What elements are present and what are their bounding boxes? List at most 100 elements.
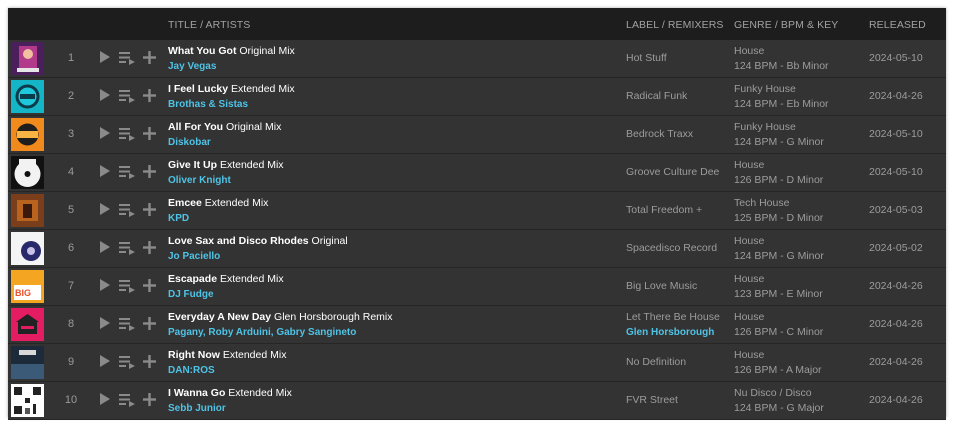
play-icon[interactable] xyxy=(100,165,110,177)
plus-icon[interactable] xyxy=(142,278,157,293)
track-row[interactable]: BIG 7 Escapade Extended Mix DJ Fudge Big Lov… xyxy=(8,268,946,306)
track-row[interactable]: 2 I Feel Lucky Extended Mix Brothas & Sist… xyxy=(8,78,946,116)
track-name: I Wanna Go xyxy=(168,387,226,399)
track-artists[interactable]: Oliver Knight xyxy=(168,175,231,186)
track-artists[interactable]: DJ Fudge xyxy=(168,289,214,300)
track-artists[interactable]: Diskobar xyxy=(168,137,211,148)
label-name[interactable]: FVR Street xyxy=(626,394,678,406)
plus-icon[interactable] xyxy=(142,88,157,103)
track-artists[interactable]: Jo Paciello xyxy=(168,251,220,262)
track-artists[interactable]: Brothas & Sistas xyxy=(168,99,248,110)
add-to-queue-icon[interactable] xyxy=(119,355,135,369)
header-genre-bpm-key[interactable]: GENRE / BPM & KEY xyxy=(734,19,838,31)
plus-icon[interactable] xyxy=(142,164,157,179)
play-icon[interactable] xyxy=(100,317,110,329)
track-row[interactable]: 9 Right Now Extended Mix DAN:ROS No Definit… xyxy=(8,344,946,382)
track-artists[interactable]: Sebb Junior xyxy=(168,403,226,414)
add-to-queue-icon[interactable] xyxy=(119,393,135,407)
genre-name[interactable]: Funky House xyxy=(734,82,829,97)
genre-name[interactable]: House xyxy=(734,348,822,363)
label-name[interactable]: Spacedisco Record xyxy=(626,242,717,254)
play-icon[interactable] xyxy=(100,355,110,367)
label-name[interactable]: Big Love Music xyxy=(626,280,697,292)
track-artists[interactable]: Pagany, Roby Arduini, Gabry Sangineto xyxy=(168,327,356,338)
plus-icon[interactable] xyxy=(142,316,157,331)
label-name[interactable]: Let There Be House xyxy=(626,311,720,323)
add-to-queue-icon[interactable] xyxy=(119,203,135,217)
genre-name[interactable]: House xyxy=(734,310,823,325)
release-artwork[interactable] xyxy=(11,194,44,227)
header-label-remixers[interactable]: LABEL / REMIXERS xyxy=(626,19,724,31)
release-artwork[interactable] xyxy=(11,346,44,379)
track-row[interactable]: 3 All For You Original Mix Diskobar Bedrock… xyxy=(8,116,946,154)
release-artwork[interactable] xyxy=(11,118,44,151)
add-to-queue-icon[interactable] xyxy=(119,127,135,141)
play-icon[interactable] xyxy=(100,241,110,253)
track-artists[interactable]: Jay Vegas xyxy=(168,61,216,72)
track-title[interactable]: What You Got Original Mix xyxy=(168,45,295,57)
header-title-artists[interactable]: TITLE / ARTISTS xyxy=(168,19,250,31)
track-mix: Original Mix xyxy=(239,45,295,57)
play-icon[interactable] xyxy=(100,127,110,139)
genre-name[interactable]: House xyxy=(734,44,829,59)
track-row[interactable]: 4 Give It Up Extended Mix Oliver Knight Gro… xyxy=(8,154,946,192)
plus-icon[interactable] xyxy=(142,126,157,141)
play-icon[interactable] xyxy=(100,51,110,63)
label-name[interactable]: Groove Culture Dee xyxy=(626,166,719,178)
genre-name[interactable]: Funky House xyxy=(734,120,824,135)
add-to-queue-icon[interactable] xyxy=(119,317,135,331)
genre-name[interactable]: Tech House xyxy=(734,196,823,211)
genre-name[interactable]: House xyxy=(734,272,823,287)
play-icon[interactable] xyxy=(100,89,110,101)
track-title[interactable]: I Wanna Go Extended Mix xyxy=(168,387,292,399)
track-title[interactable]: Give It Up Extended Mix xyxy=(168,159,284,171)
track-artists[interactable]: KPD xyxy=(168,213,189,224)
genre-name[interactable]: House xyxy=(734,158,823,173)
track-title[interactable]: Emcee Extended Mix xyxy=(168,197,268,209)
play-icon[interactable] xyxy=(100,203,110,215)
bpm-key: 124 BPM - G Major xyxy=(734,402,824,414)
plus-icon[interactable] xyxy=(142,202,157,217)
release-artwork[interactable] xyxy=(11,42,44,75)
track-row[interactable]: 10 I Wanna Go Extended Mix Sebb Junior FVR … xyxy=(8,382,946,420)
track-title[interactable]: Right Now Extended Mix xyxy=(168,349,286,361)
remixer-name[interactable]: Glen Horsborough xyxy=(626,327,714,338)
add-to-queue-icon[interactable] xyxy=(119,241,135,255)
track-name: I Feel Lucky xyxy=(168,83,229,95)
release-artwork[interactable] xyxy=(11,232,44,265)
track-row[interactable]: 6 Love Sax and Disco Rhodes Original Jo Pa… xyxy=(8,230,946,268)
track-title[interactable]: All For You Original Mix xyxy=(168,121,281,133)
bpm-key: 126 BPM - A Major xyxy=(734,364,822,376)
label-name[interactable]: Hot Stuff xyxy=(626,52,667,64)
label-name[interactable]: Bedrock Traxx xyxy=(626,128,693,140)
release-artwork[interactable]: BIG xyxy=(11,270,44,303)
track-row[interactable]: 5 Emcee Extended Mix KPD Total Freedom + Tec… xyxy=(8,192,946,230)
add-to-queue-icon[interactable] xyxy=(119,279,135,293)
release-artwork[interactable] xyxy=(11,80,44,113)
track-title[interactable]: I Feel Lucky Extended Mix xyxy=(168,83,295,95)
play-icon[interactable] xyxy=(100,393,110,405)
label-name[interactable]: Total Freedom + xyxy=(626,204,702,216)
add-to-queue-icon[interactable] xyxy=(119,165,135,179)
genre-name[interactable]: Nu Disco / Disco xyxy=(734,386,824,401)
add-to-queue-icon[interactable] xyxy=(119,51,135,65)
plus-icon[interactable] xyxy=(142,392,157,407)
release-artwork[interactable] xyxy=(11,384,44,417)
label-name[interactable]: Radical Funk xyxy=(626,90,687,102)
release-artwork[interactable] xyxy=(11,156,44,189)
plus-icon[interactable] xyxy=(142,240,157,255)
plus-icon[interactable] xyxy=(142,354,157,369)
track-title[interactable]: Everyday A New Day Glen Horsborough Remi… xyxy=(168,311,393,323)
release-artwork[interactable] xyxy=(11,308,44,341)
play-icon[interactable] xyxy=(100,279,110,291)
track-artists[interactable]: DAN:ROS xyxy=(168,365,215,376)
track-title[interactable]: Love Sax and Disco Rhodes Original xyxy=(168,235,348,247)
track-title[interactable]: Escapade Extended Mix xyxy=(168,273,284,285)
plus-icon[interactable] xyxy=(142,50,157,65)
track-row[interactable]: 1 What You Got Original Mix Jay Vegas Hot S… xyxy=(8,40,946,78)
add-to-queue-icon[interactable] xyxy=(119,89,135,103)
track-row[interactable]: 8 Everyday A New Day Glen Horsborough Rem… xyxy=(8,306,946,344)
header-released[interactable]: RELEASED xyxy=(869,19,926,31)
genre-name[interactable]: House xyxy=(734,234,824,249)
label-name[interactable]: No Definition xyxy=(626,356,686,368)
